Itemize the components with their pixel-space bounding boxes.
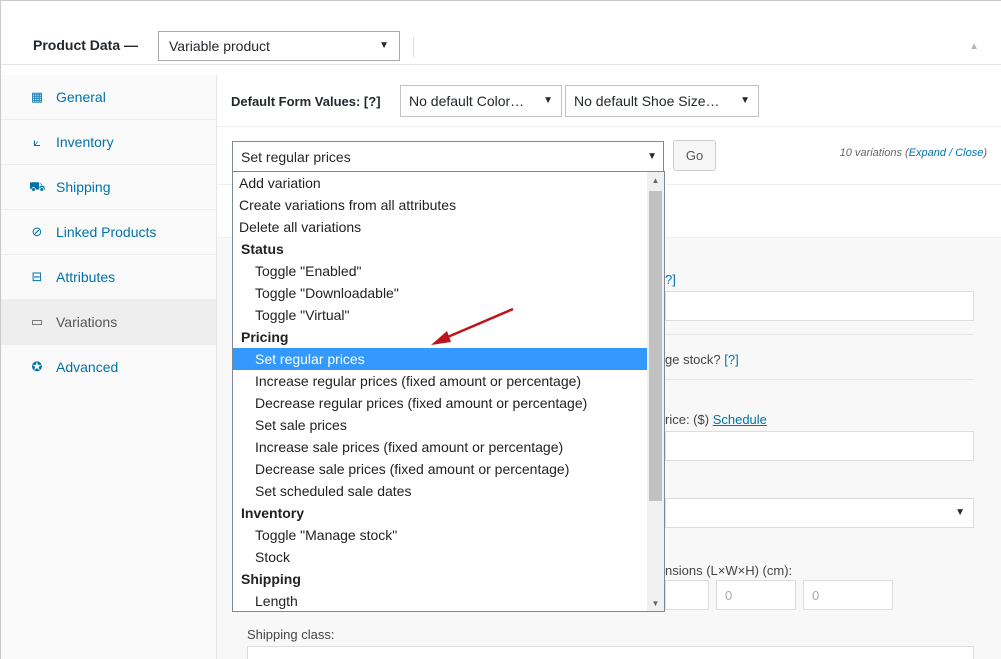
tab-label: General xyxy=(56,89,106,105)
product-type-select[interactable]: Variable product ▼ xyxy=(158,31,400,61)
chart-icon: ⟀ xyxy=(33,134,41,149)
option-add-variation[interactable]: Add variation xyxy=(239,172,653,194)
length-input[interactable] xyxy=(665,580,709,610)
option-stock[interactable]: Stock xyxy=(255,546,664,568)
tab-attributes[interactable]: ⊟ Attributes xyxy=(1,255,216,300)
option-scheduled-sale-dates[interactable]: Set scheduled sale dates xyxy=(255,480,664,502)
stock-status-select[interactable]: ▼ xyxy=(665,498,974,528)
product-type-value: Variable product xyxy=(169,38,270,54)
shipping-class-label: Shipping class: xyxy=(247,627,335,642)
tab-general[interactable]: ▦ General xyxy=(1,75,216,120)
divider xyxy=(413,37,414,57)
divider xyxy=(665,334,974,335)
chevron-down-icon: ▼ xyxy=(543,95,553,106)
regular-price-label: rice: ($) Schedule xyxy=(665,412,767,427)
tab-shipping[interactable]: ⛟ Shipping xyxy=(1,165,216,210)
option-increase-sale[interactable]: Increase sale prices (fixed amount or pe… xyxy=(255,436,664,458)
option-toggle-manage-stock[interactable]: Toggle "Manage stock" xyxy=(255,524,664,546)
arrow-head xyxy=(431,331,451,345)
bulk-action-dropdown-list[interactable]: Add variation Create variations from all… xyxy=(232,171,665,612)
default-form-label: Default Form Values: [?] xyxy=(231,94,381,109)
scrollbar-thumb[interactable] xyxy=(649,191,662,501)
manage-stock-text: ge stock? xyxy=(665,352,721,367)
bulk-action-value: Set regular prices xyxy=(241,149,351,165)
panel-title: Product Data — xyxy=(33,37,139,53)
sku-input[interactable] xyxy=(665,291,974,321)
product-tabs: ▦ General ⟀ Inventory ⛟ Shipping ⊘ Linke… xyxy=(1,75,217,659)
default-color-value: No default Color… xyxy=(409,93,525,109)
default-shoe-size-value: No default Shoe Size… xyxy=(574,93,720,109)
variation-count: 10 variations (Expand / Close) xyxy=(840,147,987,159)
tab-label: Attributes xyxy=(56,269,116,285)
truck-icon: ⛟ xyxy=(29,179,46,194)
scroll-up-arrow-icon[interactable]: ▲ xyxy=(647,176,664,185)
tab-label: Shipping xyxy=(56,179,111,195)
chevron-down-icon: ▼ xyxy=(955,507,965,518)
optgroup-shipping: Shipping xyxy=(241,571,301,587)
manage-stock-label: ge stock? [?] xyxy=(665,352,739,367)
tab-inventory[interactable]: ⟀ Inventory xyxy=(1,120,216,165)
chevron-down-icon: ▼ xyxy=(379,40,389,51)
option-length[interactable]: Length xyxy=(255,590,664,611)
tab-label: Advanced xyxy=(56,359,119,375)
optgroup-inventory: Inventory xyxy=(241,505,305,521)
annotation-arrow-icon xyxy=(431,307,514,345)
option-set-regular-prices[interactable]: Set regular prices xyxy=(233,348,647,370)
field-help-fragment: ?] xyxy=(665,272,676,287)
default-shoe-size-select[interactable]: No default Shoe Size… ▼ xyxy=(565,85,759,117)
panel-header: Product Data — Variable product ▼ ▲ xyxy=(1,1,1001,65)
option-decrease-sale[interactable]: Decrease sale prices (fixed amount or pe… xyxy=(255,458,664,480)
tab-linked-products[interactable]: ⊘ Linked Products xyxy=(1,210,216,255)
regular-price-text: rice: ($) xyxy=(665,412,710,427)
bulk-action-select[interactable]: Set regular prices ▼ xyxy=(232,141,664,173)
help-link[interactable]: [?] xyxy=(724,352,738,367)
option-toggle-enabled[interactable]: Toggle "Enabled" xyxy=(255,260,664,282)
divider xyxy=(665,379,974,380)
dimensions-label: nsions (L×W×H) (cm): xyxy=(665,563,793,578)
collapse-triangle-icon[interactable]: ▲ xyxy=(969,41,979,52)
expand-close-link[interactable]: Expand / Close xyxy=(909,147,984,159)
product-data-panel: Product Data — Variable product ▼ ▲ ▦ Ge… xyxy=(0,0,1001,659)
tab-label: Inventory xyxy=(56,134,114,150)
tab-variations[interactable]: ▭ Variations xyxy=(1,300,216,345)
regular-price-input[interactable] xyxy=(665,431,974,461)
chevron-down-icon: ▼ xyxy=(740,95,750,106)
variation-count-text: 10 variations ( xyxy=(839,147,909,159)
shipping-class-select[interactable] xyxy=(247,646,974,659)
height-input[interactable]: 0 xyxy=(803,580,893,610)
tab-advanced[interactable]: ✪ Advanced xyxy=(1,345,216,390)
link-icon: ⊘ xyxy=(31,224,43,239)
option-create-variations[interactable]: Create variations from all attributes xyxy=(239,194,653,216)
default-form-row: Default Form Values: [?] No default Colo… xyxy=(217,75,1001,127)
list-icon: ⊟ xyxy=(31,269,43,284)
help-link[interactable]: ?] xyxy=(665,272,676,287)
optgroup-status: Status xyxy=(241,241,284,257)
option-decrease-regular[interactable]: Decrease regular prices (fixed amount or… xyxy=(255,392,664,414)
gear-icon: ✪ xyxy=(31,359,43,374)
dropdown-scrollbar[interactable]: ▲ ▼ xyxy=(647,172,664,611)
window-icon: ▭ xyxy=(30,314,44,329)
option-set-sale-prices[interactable]: Set sale prices xyxy=(255,414,664,436)
arrow-shaft xyxy=(442,307,514,341)
variation-count-close: ) xyxy=(983,147,987,159)
tab-label: Variations xyxy=(56,314,118,330)
table-icon: ▦ xyxy=(30,89,44,104)
default-color-select[interactable]: No default Color… ▼ xyxy=(400,85,562,117)
tab-label: Linked Products xyxy=(56,224,157,240)
schedule-link[interactable]: Schedule xyxy=(713,412,767,427)
scroll-down-arrow-icon[interactable]: ▼ xyxy=(647,599,664,608)
width-input[interactable]: 0 xyxy=(716,580,796,610)
option-increase-regular[interactable]: Increase regular prices (fixed amount or… xyxy=(255,370,664,392)
chevron-down-icon: ▼ xyxy=(647,151,657,162)
option-delete-all[interactable]: Delete all variations xyxy=(239,216,653,238)
go-button[interactable]: Go xyxy=(673,140,716,171)
